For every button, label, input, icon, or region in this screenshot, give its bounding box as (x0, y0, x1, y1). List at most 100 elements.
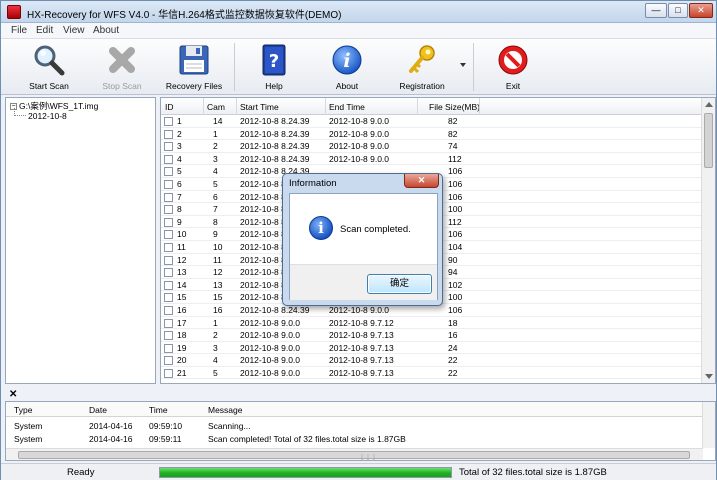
info-icon: i (309, 216, 333, 240)
log-row[interactable]: System 2014-04-16 09:59:10 Scanning... (6, 420, 703, 432)
ok-button[interactable]: 确定 (367, 274, 432, 294)
table-row[interactable]: 1 14 2012-10-8 8.24.39 2012-10-8 9.0.0 82 (161, 115, 702, 128)
scroll-thumb[interactable] (704, 113, 713, 168)
row-checkbox[interactable] (164, 192, 173, 202)
row-checkbox[interactable] (164, 318, 173, 328)
row-cam: 3 (213, 342, 218, 353)
recovery-files-label: Recovery Files (165, 81, 223, 91)
log-col-message[interactable]: Message (208, 405, 243, 415)
row-checkbox[interactable] (164, 142, 173, 152)
help-label: Help (265, 81, 283, 91)
menu-edit[interactable]: Edit (36, 25, 53, 36)
row-checkbox[interactable] (164, 154, 173, 164)
row-cam: 15 (213, 292, 223, 303)
row-file-size: 106 (448, 191, 463, 202)
row-id: 15 (177, 292, 187, 303)
menu-file[interactable]: File (11, 25, 27, 36)
row-file-size: 24 (448, 342, 458, 353)
row-file-size: 100 (448, 292, 463, 303)
row-cam: 14 (213, 116, 223, 126)
row-checkbox[interactable] (164, 293, 173, 303)
start-scan-button[interactable]: Start Scan (23, 43, 75, 93)
header-divider (236, 98, 237, 115)
menu-view[interactable]: View (63, 25, 85, 36)
row-checkbox[interactable] (164, 280, 173, 290)
table-row[interactable]: 17 1 2012-10-8 9.0.0 2012-10-8 9.7.12 18 (161, 317, 702, 330)
registration-button[interactable]: Registration (399, 43, 445, 93)
row-file-size: 74 (448, 141, 458, 152)
row-file-size: 22 (448, 355, 458, 366)
row-start-time: 2012-10-8 9.0.0 (240, 355, 301, 366)
row-checkbox[interactable] (164, 205, 173, 215)
log-vertical-scrollbar[interactable] (702, 402, 715, 448)
col-id-header[interactable]: ID (165, 102, 174, 112)
col-size-header[interactable]: File Size(MB) (429, 102, 480, 112)
col-end-header[interactable]: End Time (329, 102, 365, 112)
minimize-button[interactable]: — (645, 3, 667, 18)
toolbar-separator (234, 43, 235, 91)
row-checkbox[interactable] (164, 343, 173, 353)
table-row[interactable]: 19 3 2012-10-8 9.0.0 2012-10-8 9.7.13 24 (161, 342, 702, 355)
row-checkbox[interactable] (164, 356, 173, 366)
app-window: HX-Recovery for WFS V4.0 - 华信H.264格式监控数据… (0, 0, 717, 480)
registration-dropdown-arrow-icon[interactable] (460, 63, 466, 67)
row-checkbox[interactable] (164, 305, 173, 315)
row-checkbox[interactable] (164, 230, 173, 240)
floppy-disk-icon (177, 43, 211, 77)
stop-scan-label: Stop Scan (102, 81, 142, 91)
row-end-time: 2012-10-8 9.7.13 (329, 342, 394, 353)
help-button[interactable]: ? Help (256, 43, 292, 93)
toolbar-separator (473, 43, 474, 91)
row-cam: 11 (213, 254, 222, 265)
row-start-time: 2012-10-8 9.0.0 (240, 330, 301, 341)
table-row[interactable]: 3 2 2012-10-8 8.24.39 2012-10-8 9.0.0 74 (161, 140, 702, 153)
tree-date-node[interactable]: 2012-10-8 (28, 111, 67, 121)
row-checkbox[interactable] (164, 368, 173, 378)
table-vertical-scrollbar[interactable] (701, 98, 715, 383)
log-col-type[interactable]: Type (14, 405, 32, 415)
close-window-button[interactable]: ✕ (689, 3, 713, 18)
menu-about[interactable]: About (93, 25, 119, 36)
row-checkbox[interactable] (164, 217, 173, 227)
about-button[interactable]: i About (329, 43, 365, 93)
row-checkbox[interactable] (164, 268, 173, 278)
row-checkbox[interactable] (164, 129, 173, 139)
row-checkbox[interactable] (164, 117, 173, 126)
recovery-files-button[interactable]: Recovery Files (165, 43, 223, 93)
maximize-button[interactable]: □ (668, 3, 688, 18)
row-cam: 7 (213, 204, 218, 215)
row-file-size: 94 (448, 267, 458, 278)
col-start-header[interactable]: Start Time (240, 102, 279, 112)
log-row[interactable]: System 2014-04-16 09:59:11 Scan complete… (6, 433, 703, 445)
row-id: 14 (177, 279, 187, 290)
exit-button[interactable]: Exit (495, 43, 531, 93)
stop-scan-button[interactable]: Stop Scan (99, 43, 145, 93)
row-checkbox[interactable] (164, 255, 173, 265)
table-row[interactable]: 2 1 2012-10-8 8.24.39 2012-10-8 9.0.0 82 (161, 128, 702, 141)
stop-cross-icon (105, 43, 139, 77)
log-scroll-thumb[interactable]: ⋮⋮⋮ (18, 451, 690, 460)
row-checkbox[interactable] (164, 179, 173, 189)
dialog-close-button[interactable]: ✕ (404, 174, 439, 188)
row-cam: 6 (213, 191, 218, 202)
app-icon (7, 5, 21, 19)
scroll-up-arrow-icon[interactable] (705, 102, 713, 107)
table-row[interactable]: 18 2 2012-10-8 9.0.0 2012-10-8 9.7.13 16 (161, 329, 702, 342)
log-horizontal-scrollbar[interactable]: ⋮⋮⋮ (6, 448, 703, 460)
close-log-icon[interactable]: ✕ (9, 389, 17, 400)
table-row[interactable]: 20 4 2012-10-8 9.0.0 2012-10-8 9.7.13 22 (161, 354, 702, 367)
scroll-down-arrow-icon[interactable] (705, 374, 713, 379)
row-checkbox[interactable] (164, 331, 173, 341)
table-row[interactable]: 21 5 2012-10-8 9.0.0 2012-10-8 9.7.13 22 (161, 367, 702, 380)
log-col-date[interactable]: Date (89, 405, 107, 415)
folder-tree: − G:\案例\WFS_1T.img 2012-10-8 (5, 97, 156, 384)
row-file-size: 112 (448, 153, 462, 164)
row-checkbox[interactable] (164, 242, 173, 252)
log-col-time[interactable]: Time (149, 405, 168, 415)
table-row[interactable]: 4 3 2012-10-8 8.24.39 2012-10-8 9.0.0 112 (161, 153, 702, 166)
col-cam-header[interactable]: Cam (207, 102, 225, 112)
title-bar[interactable]: HX-Recovery for WFS V4.0 - 华信H.264格式监控数据… (1, 1, 716, 23)
row-id: 7 (177, 191, 182, 202)
dialog-title[interactable]: Information (289, 178, 337, 189)
row-checkbox[interactable] (164, 167, 173, 177)
